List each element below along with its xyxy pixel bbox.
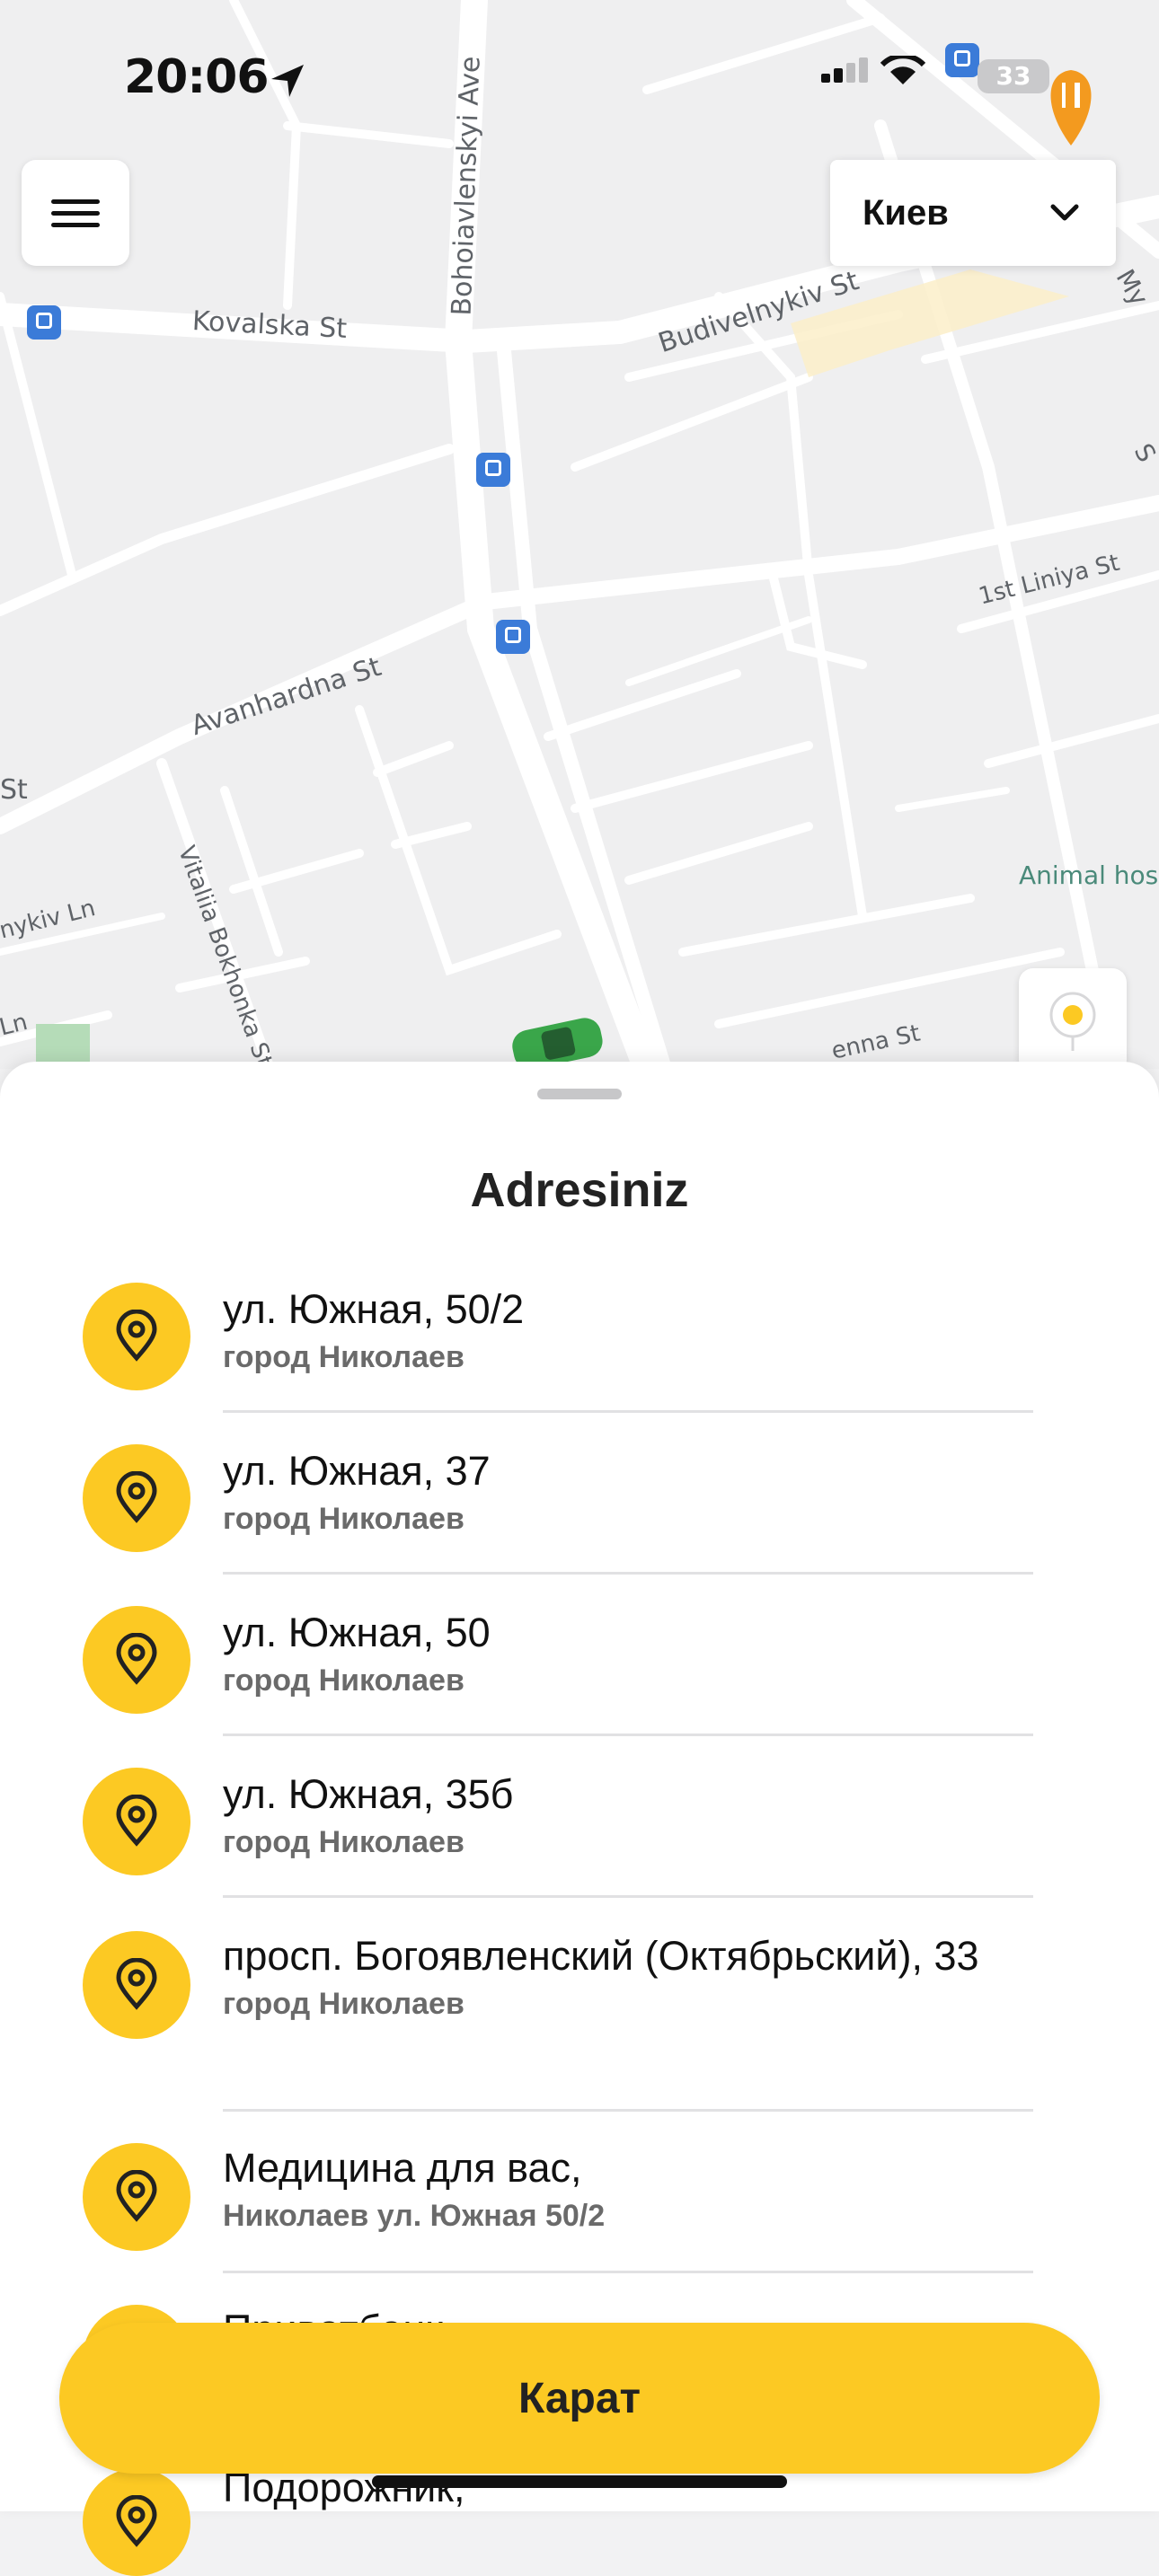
map-pin-icon — [83, 1283, 190, 1390]
status-time: 20:06 — [124, 50, 270, 104]
city-selector-value: Киев — [863, 192, 949, 233]
my-location-button[interactable] — [1019, 968, 1127, 1074]
car-icon — [512, 1018, 603, 1069]
map-pin-icon — [83, 2468, 190, 2576]
address-item[interactable]: просп. Богоявленский (Октябрьский), 33 г… — [0, 1931, 1159, 2138]
address-subtitle: город Николаев — [223, 1825, 464, 1859]
address-title: просп. Богоявленский (Октябрьский), 33 — [223, 1933, 979, 1979]
sheet-grabber[interactable] — [537, 1089, 622, 1099]
location-pin-icon — [1049, 992, 1096, 1051]
address-subtitle: город Николаев — [223, 1663, 464, 1698]
address-item[interactable]: ул. Южная, 50/2 город Николаев — [0, 1283, 1159, 1444]
primary-action-button[interactable]: Карат — [59, 2323, 1100, 2474]
transit-stop-icon[interactable] — [27, 305, 61, 340]
address-title: ул. Южная, 50/2 — [223, 1286, 525, 1332]
address-subtitle: город Николаев — [223, 1987, 464, 2021]
address-title: Медицина для вас, — [223, 2145, 582, 2191]
divider — [223, 1410, 1033, 1413]
address-item[interactable]: ул. Южная, 35б город Николаев — [0, 1768, 1159, 1929]
map-pin-icon — [83, 1606, 190, 1714]
location-arrow-icon — [271, 65, 304, 97]
restaurant-poi-icon — [1050, 70, 1092, 146]
map-pin-icon — [83, 1931, 190, 2039]
divider — [223, 1572, 1033, 1575]
divider — [223, 2109, 1033, 2112]
primary-action-label: Карат — [518, 2374, 641, 2422]
sheet-title: Adresiniz — [470, 1163, 689, 1217]
battery-indicator: 33 — [978, 59, 1049, 93]
hamburger-icon — [51, 192, 100, 234]
address-item[interactable]: ул. Южная, 37 город Николаев — [0, 1444, 1159, 1606]
street-label: St — [0, 774, 28, 806]
map-pin-icon — [83, 1768, 190, 1875]
home-indicator[interactable] — [372, 2475, 787, 2488]
transit-stop-icon[interactable] — [476, 453, 510, 487]
city-selector[interactable]: Киев — [830, 160, 1116, 266]
transit-stop-icon[interactable] — [496, 620, 530, 654]
address-subtitle: город Николаев — [223, 1502, 464, 1536]
chevron-down-icon — [1050, 204, 1079, 221]
address-subtitle: город Николаев — [223, 1340, 464, 1374]
menu-button[interactable] — [22, 160, 129, 266]
divider — [223, 2271, 1033, 2273]
map-pin-icon — [83, 1444, 190, 1552]
poi-label: Animal hos — [1019, 860, 1159, 890]
map-pin-icon — [83, 2143, 190, 2251]
signal-wifi-icons — [821, 56, 926, 84]
address-title: ул. Южная, 37 — [223, 1448, 491, 1494]
address-sheet[interactable]: Adresiniz ул. Южная, 50/2 город Николаев… — [0, 1062, 1159, 2576]
address-item[interactable]: ул. Южная, 50 город Николаев — [0, 1606, 1159, 1768]
divider — [223, 1895, 1033, 1898]
divider — [223, 1734, 1033, 1736]
address-title: ул. Южная, 35б — [223, 1771, 514, 1817]
address-title: ул. Южная, 50 — [223, 1610, 491, 1655]
address-item[interactable]: Медицина для вас, Николаев ул. Южная 50/… — [0, 2143, 1159, 2305]
address-subtitle: Николаев ул. Южная 50/2 — [223, 2199, 606, 2233]
